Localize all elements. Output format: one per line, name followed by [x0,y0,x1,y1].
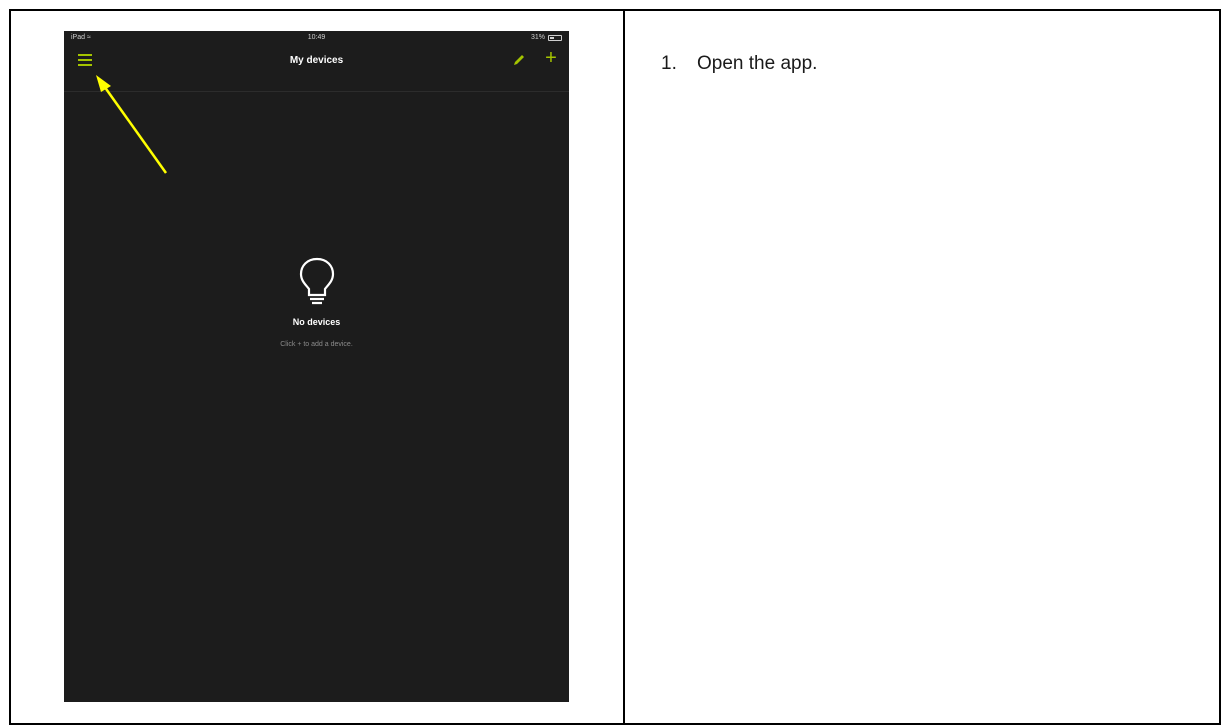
step-number: 1. [661,53,677,74]
instruction-step: 1. Open the app. [661,53,817,75]
battery-percent: 31% [530,34,545,41]
status-right: 31% [531,34,562,41]
document-table: iPad ≈ 10:49 31% My devices + No devices… [9,9,1221,725]
column-divider [623,11,625,723]
edit-button[interactable] [511,52,527,68]
pencil-icon [514,55,524,65]
step-text: Open the app. [697,53,818,74]
page-title: My devices [289,55,344,66]
battery-icon [548,34,562,41]
status-time: 10:49 [307,34,326,41]
phone-screenshot: iPad ≈ 10:49 31% My devices + No devices… [64,31,569,702]
empty-state-title: No devices [292,317,341,327]
lightbulb-icon [299,257,334,305]
empty-state: No devices Click + to add a device. [64,255,569,348]
empty-state-hint: Click + to add a device. [280,341,353,348]
instruction-list: 1. Open the app. [661,53,817,75]
nav-bar: My devices + [64,45,569,92]
add-device-button[interactable]: + [541,47,561,69]
status-bar: iPad ≈ 10:49 31% [64,31,569,45]
